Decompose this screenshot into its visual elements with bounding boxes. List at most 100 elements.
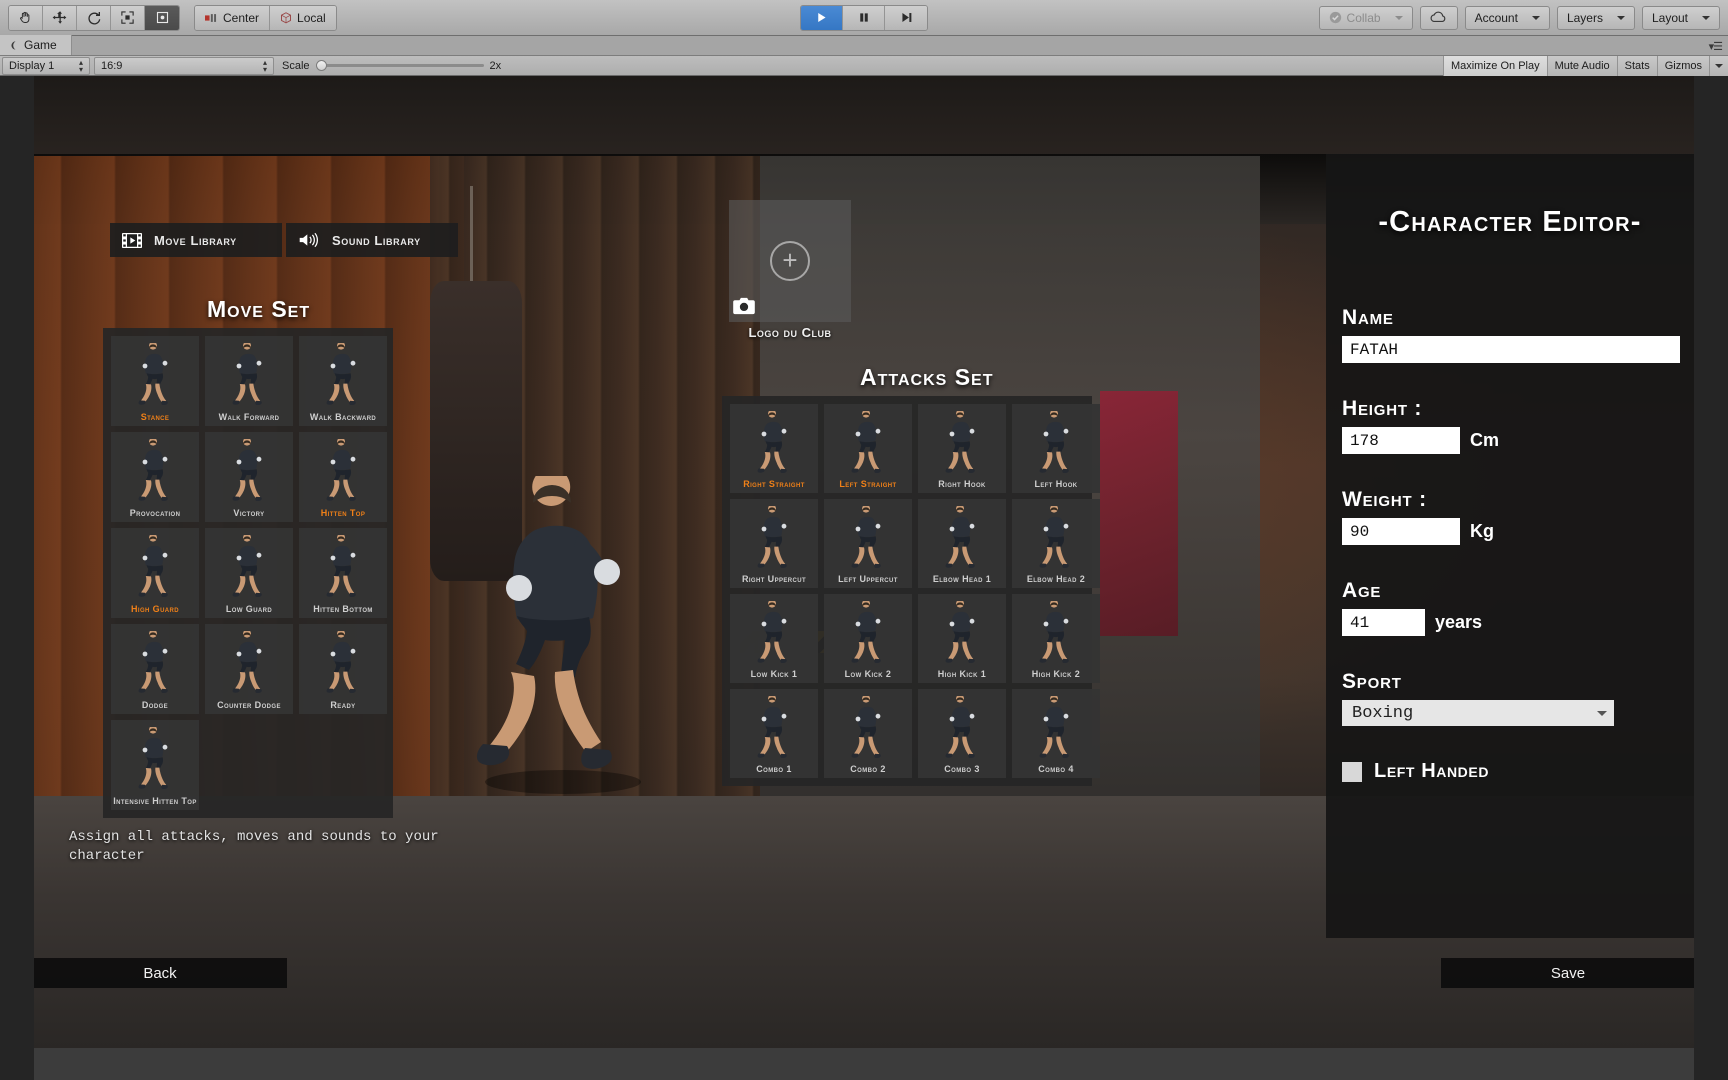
move-cell[interactable]: Right Hook — [918, 404, 1006, 493]
scale-slider-knob[interactable] — [315, 60, 327, 71]
playback-controls — [800, 4, 928, 31]
hand-tool-button[interactable] — [9, 5, 43, 30]
account-dropdown[interactable]: Account — [1464, 5, 1550, 30]
left-handed-checkbox[interactable] — [1342, 761, 1362, 782]
move-cell[interactable]: Combo 2 — [824, 689, 912, 778]
move-cell[interactable]: Elbow Head 2 — [1012, 499, 1100, 588]
cube-icon — [281, 11, 292, 23]
height-unit: Cm — [1470, 430, 1500, 450]
character-editor-panel: Name FATAH Height : 178 Cm Weight : 90 K… — [1326, 154, 1694, 938]
move-label: Combo 4 — [1038, 764, 1074, 774]
height-field-group: Height : 178 Cm — [1342, 397, 1672, 454]
back-button[interactable]: Back — [33, 958, 287, 988]
name-input[interactable]: FATAH — [1342, 336, 1680, 363]
save-button[interactable]: Save — [1441, 958, 1695, 988]
rect-tool-button[interactable] — [145, 5, 179, 30]
move-cell[interactable]: Ready — [299, 624, 387, 714]
age-input[interactable]: 41 — [1342, 609, 1425, 636]
collab-button[interactable]: Collab — [1318, 5, 1413, 30]
scale-control[interactable]: Scale 2x — [282, 60, 501, 72]
move-cell[interactable]: Combo 3 — [918, 689, 1006, 778]
rect-transform-icon — [156, 11, 168, 24]
move-cell[interactable]: Left Uppercut — [824, 499, 912, 588]
pause-button[interactable] — [843, 5, 885, 30]
move-label: Left Straight — [839, 479, 897, 489]
play-button[interactable] — [801, 5, 843, 30]
cloud-button[interactable] — [1419, 5, 1458, 30]
height-input[interactable]: 178 — [1342, 427, 1460, 454]
move-label: Elbow Head 2 — [1026, 574, 1086, 584]
space-mode-button[interactable]: Local — [270, 5, 336, 30]
display-label: Display 1 — [9, 59, 55, 72]
move-thumbnail — [918, 404, 1006, 480]
rotate-tool-button[interactable] — [77, 5, 111, 30]
tab-game[interactable]: Game — [0, 35, 72, 55]
panel-menu-icon[interactable]: ▾☰ — [1709, 40, 1723, 53]
scale-slider[interactable] — [315, 60, 484, 71]
move-label: Left Uppercut — [838, 574, 898, 584]
camera-icon[interactable] — [733, 297, 755, 315]
move-label: High Guard — [131, 604, 179, 614]
play-icon — [818, 13, 826, 22]
mute-audio-toggle[interactable]: Mute Audio — [1546, 55, 1617, 76]
scale-tool-button[interactable] — [111, 5, 145, 30]
sport-field-group: Sport Boxing — [1342, 670, 1672, 726]
move-cell[interactable]: Victory — [205, 432, 293, 522]
move-cell[interactable]: Left Straight — [824, 404, 912, 493]
move-cell[interactable]: Right Uppercut — [730, 499, 818, 588]
move-cell[interactable]: High Kick 1 — [918, 594, 1006, 683]
sport-select[interactable]: Boxing — [1342, 700, 1614, 726]
tab-sound-library-label: Sound Library — [332, 232, 421, 248]
move-cell[interactable]: High Kick 2 — [1012, 594, 1100, 683]
aspect-dropdown[interactable]: 16:9 ▴ ▾ — [94, 56, 274, 75]
attacks-set-grid: Right Straight Left Straight Right Hook Lef… — [722, 396, 1100, 786]
move-label: Ready — [330, 700, 356, 710]
step-button[interactable] — [885, 5, 927, 30]
left-handed-group[interactable]: Left Handed — [1342, 760, 1672, 783]
move-cell[interactable]: Right Straight — [730, 404, 818, 493]
layers-dropdown[interactable]: Layers — [1556, 5, 1635, 30]
move-thumbnail — [918, 594, 1006, 670]
move-cell[interactable]: Combo 4 — [1012, 689, 1100, 778]
pivot-mode-button[interactable]: Center — [195, 5, 271, 30]
move-cell[interactable]: Stance — [111, 336, 199, 426]
pivot-mode-label: Center — [223, 10, 260, 25]
film-icon — [122, 232, 142, 248]
tab-move-library[interactable]: Move Library — [110, 223, 282, 257]
move-cell[interactable]: Provocation — [111, 432, 199, 522]
account-label: Account — [1474, 10, 1518, 25]
move-cell[interactable]: Hitten Bottom — [299, 528, 387, 618]
move-thumbnail — [205, 528, 293, 605]
move-thumbnail — [299, 432, 387, 509]
move-cell[interactable]: Counter Dodge — [205, 624, 293, 714]
move-tool-button[interactable] — [43, 5, 77, 30]
tab-sound-library[interactable]: Sound Library — [286, 223, 458, 257]
move-cell[interactable]: Walk Forward — [205, 336, 293, 426]
move-cell[interactable]: High Guard — [111, 528, 199, 618]
gizmos-dropdown[interactable] — [1709, 55, 1728, 76]
maximize-on-play-toggle[interactable]: Maximize On Play — [1442, 55, 1547, 76]
move-cell[interactable]: Low Guard — [205, 528, 293, 618]
move-thumbnail — [299, 336, 387, 413]
move-cell[interactable]: Intensive Hitten Top — [111, 720, 199, 810]
move-cell[interactable]: Elbow Head 1 — [918, 499, 1006, 588]
move-thumbnail — [111, 720, 199, 797]
space-mode-label: Local — [297, 10, 326, 25]
layout-dropdown[interactable]: Layout — [1641, 5, 1720, 30]
move-cell[interactable]: Walk Backward — [299, 336, 387, 426]
chevron-down-icon — [1715, 63, 1723, 68]
stats-toggle[interactable]: Stats — [1616, 55, 1657, 76]
move-cell[interactable]: Hitten Top — [299, 432, 387, 522]
move-cell[interactable]: Left Hook — [1012, 404, 1100, 493]
move-cell[interactable]: Low Kick 2 — [824, 594, 912, 683]
move-cell[interactable]: Dodge — [111, 624, 199, 714]
gizmos-toggle[interactable]: Gizmos — [1656, 55, 1709, 76]
weight-input[interactable]: 90 — [1342, 518, 1460, 545]
move-thumbnail — [824, 689, 912, 765]
move-cell[interactable]: Combo 1 — [730, 689, 818, 778]
move-thumbnail — [299, 624, 387, 701]
move-label: Dodge — [141, 700, 169, 710]
move-cell[interactable]: Low Kick 1 — [730, 594, 818, 683]
display-dropdown[interactable]: Display 1 ▴ ▾ — [2, 56, 90, 75]
game-view: Move Library Sound Library Move Set Stan… — [0, 76, 1728, 1080]
